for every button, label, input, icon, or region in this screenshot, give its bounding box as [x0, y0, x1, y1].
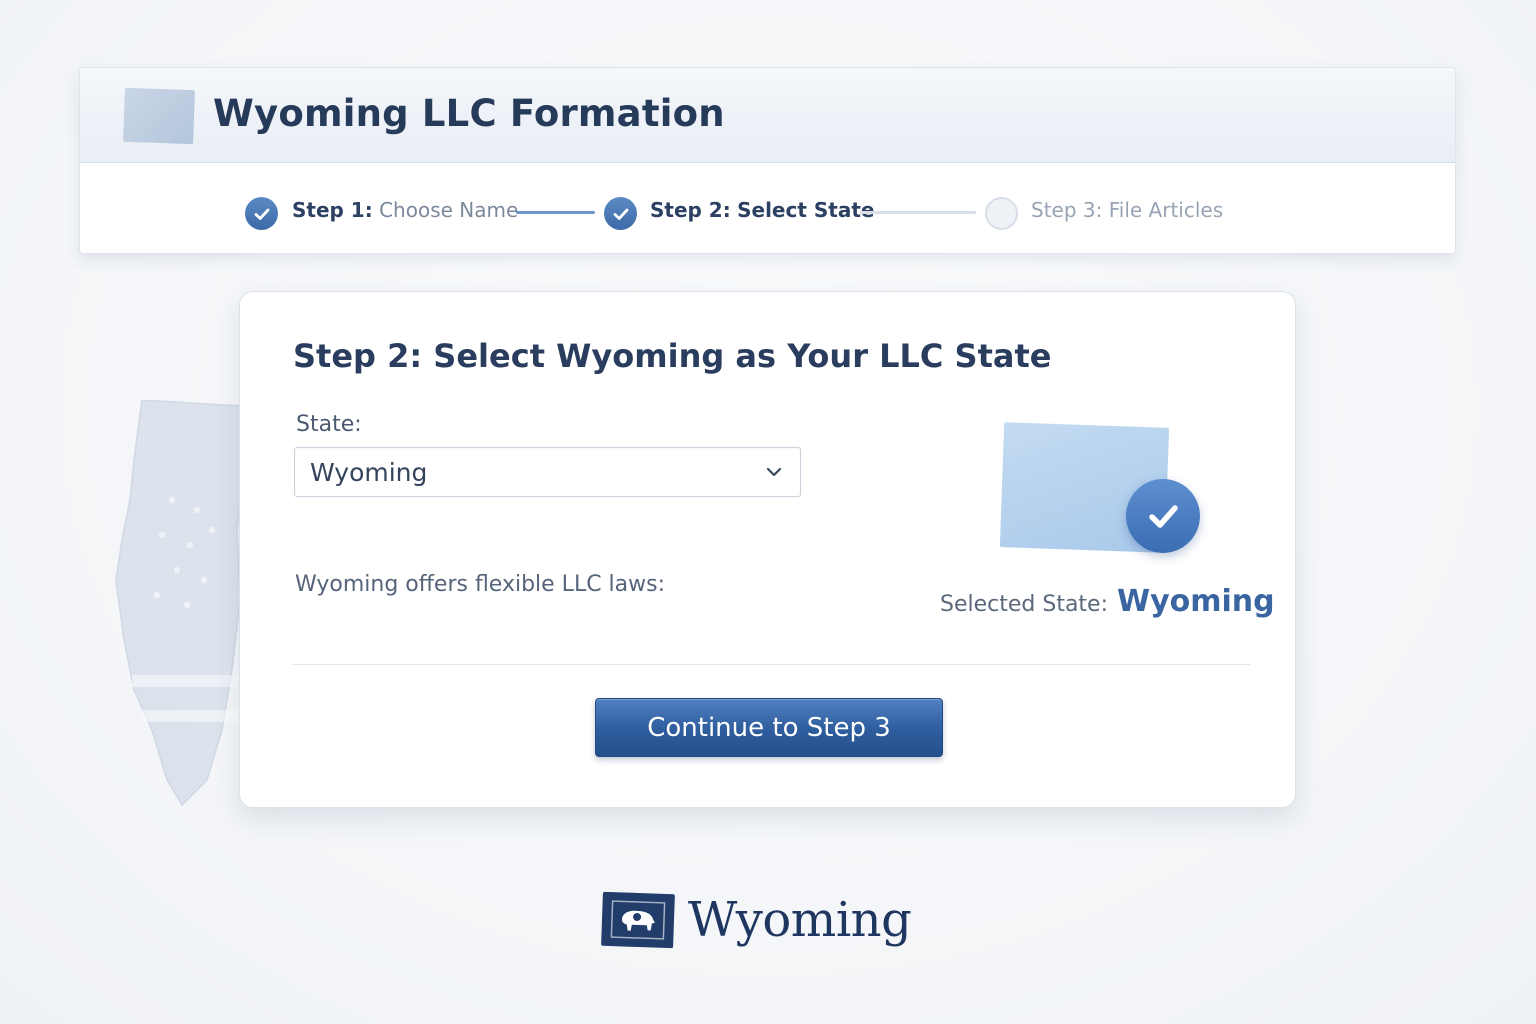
step-3-prefix: Step 3: — [1031, 198, 1103, 222]
main-card: Step 2: Select Wyoming as Your LLC State… — [239, 291, 1296, 808]
step-2-name: Select State — [737, 198, 875, 222]
step-3[interactable]: Step 3: File Articles — [1031, 198, 1223, 222]
divider — [293, 664, 1250, 665]
state-description: Wyoming offers flexible LLC laws: — [295, 572, 666, 597]
selected-state-label: Selected State: — [940, 592, 1109, 617]
us-map-background — [115, 400, 252, 807]
step-3-name: File Articles — [1108, 198, 1224, 222]
step-1[interactable]: Step 1: Choose Name — [292, 198, 518, 222]
chevron-down-icon — [766, 467, 782, 477]
step-1-prefix: Step 1: — [292, 198, 373, 222]
wyoming-logo: Wyoming — [601, 890, 912, 950]
step-connector — [860, 211, 976, 214]
header-bar: Wyoming LLC Formation — [80, 68, 1455, 163]
header-card: Wyoming LLC Formation Step 1: Choose Nam… — [79, 67, 1456, 254]
wyoming-state-icon — [123, 87, 195, 145]
state-select-value: Wyoming — [310, 457, 428, 487]
step-3-pending-icon — [985, 197, 1018, 230]
step-2-check-icon — [604, 197, 637, 230]
step-2-prefix: Step 2: — [650, 198, 731, 222]
card-title: Step 2: Select Wyoming as Your LLC State — [293, 337, 1052, 375]
step-1-check-icon — [245, 197, 278, 230]
app-title: Wyoming LLC Formation — [213, 92, 725, 135]
wyoming-flag-icon — [601, 891, 675, 949]
step-connector — [516, 211, 595, 214]
step-1-name: Choose Name — [379, 198, 519, 222]
state-select[interactable]: Wyoming — [294, 447, 801, 497]
logo-text: Wyoming — [688, 892, 912, 948]
continue-button[interactable]: Continue to Step 3 — [595, 698, 943, 757]
selected-state-value: Wyoming — [1117, 584, 1275, 619]
step-2[interactable]: Step 2: Select State — [650, 198, 874, 222]
state-field-label: State: — [296, 412, 362, 437]
wyoming-illustration — [999, 422, 1202, 560]
check-icon — [1126, 479, 1200, 553]
stepper: Step 1: Choose Name Step 2: Select State… — [80, 164, 1455, 253]
